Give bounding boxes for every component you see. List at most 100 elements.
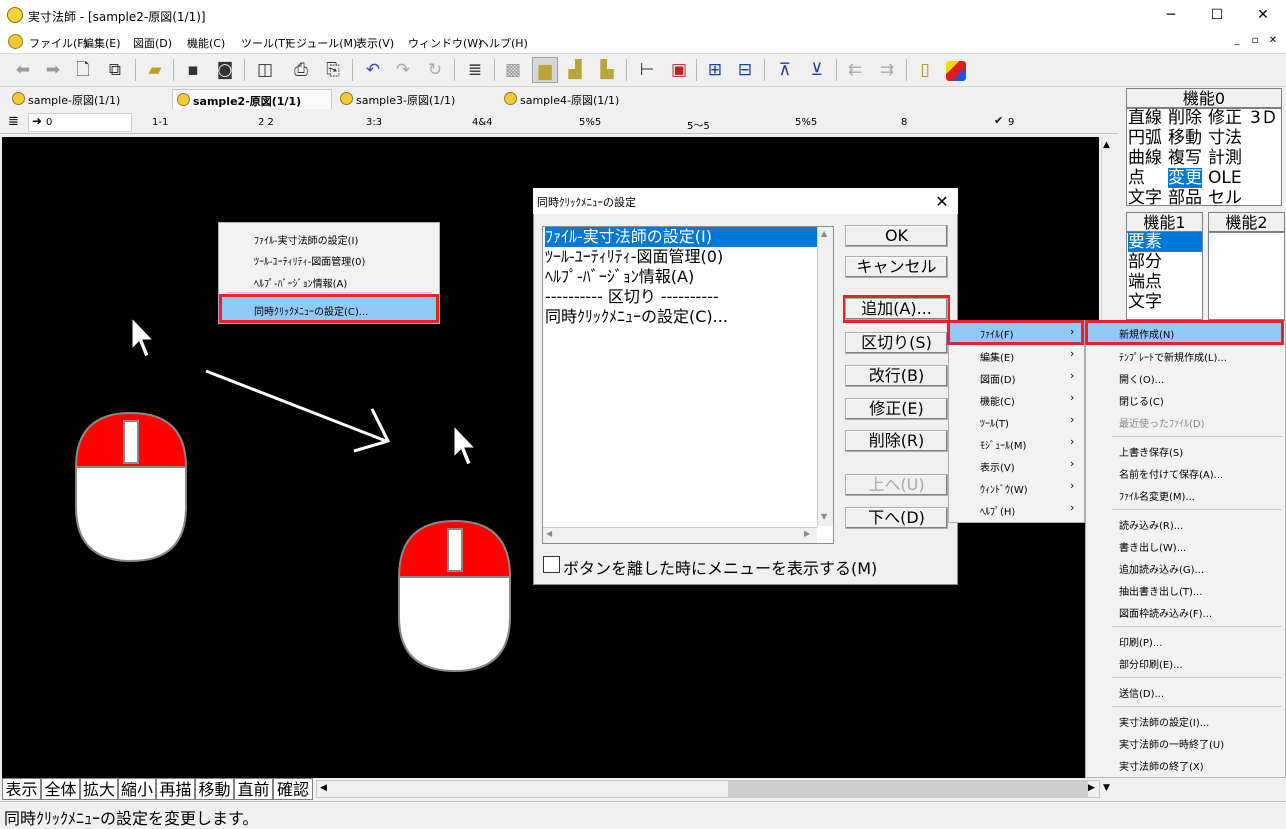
save-all-icon[interactable]: ◙ xyxy=(212,57,238,83)
exit-door-icon[interactable]: ▯ xyxy=(912,57,938,83)
cmd-pan-button[interactable]: 移動 xyxy=(195,778,234,800)
dialog-list-item[interactable]: ﾍﾙﾌﾟ-ﾊﾞｰｼﾞｮﾝ情報(A) xyxy=(545,267,694,287)
print-icon[interactable]: ⎙ xyxy=(288,57,314,83)
file-rename-item[interactable]: ﾌｧｲﾙ名変更(M)... xyxy=(1119,488,1195,503)
file-frame-import-item[interactable]: 図面枠読み込み(F)... xyxy=(1119,605,1212,620)
separator-button[interactable]: 区切り(S) xyxy=(845,332,948,354)
align-icon[interactable]: ⊢ xyxy=(634,57,660,83)
menu-file[interactable]: ファイル(F) xyxy=(29,35,88,51)
cmd-fit-all-button[interactable]: 全体 xyxy=(41,778,80,800)
function0-delete[interactable]: 削除 xyxy=(1168,108,1202,128)
submenu-drawing[interactable]: 図面(D) xyxy=(980,371,1016,386)
scroll-down-icon[interactable]: ▼ xyxy=(1103,783,1110,793)
left-arrows-icon[interactable]: ⇇ xyxy=(842,57,868,83)
cmd-display-button[interactable]: 表示 xyxy=(2,778,41,800)
layer-5[interactable]: 5%5 xyxy=(579,117,601,128)
submenu-module[interactable]: ﾓｼﾞｭｰﾙ(M) xyxy=(980,437,1026,452)
scroll-down-icon[interactable]: ▼ xyxy=(821,512,827,521)
function1-item-text[interactable]: 文字 xyxy=(1128,292,1162,312)
layer-4[interactable]: 4&4 xyxy=(472,117,493,128)
doc-icon[interactable] xyxy=(8,34,23,49)
submenu-help[interactable]: ﾍﾙﾌﾟ(H) xyxy=(980,503,1015,518)
top-view-icon[interactable]: ⊼ xyxy=(772,57,798,83)
select-rect-icon[interactable]: ▆ xyxy=(532,57,558,83)
function0-point[interactable]: 点 xyxy=(1128,168,1145,188)
move-down-button[interactable]: 下へ(D) xyxy=(845,507,948,529)
tab-sample3[interactable]: sample3-原図(1/1) xyxy=(336,89,496,109)
function0-measure[interactable]: 計測 xyxy=(1208,148,1242,168)
forward-arrow-icon[interactable]: ➡ xyxy=(40,57,66,83)
show-on-release-label[interactable]: ボタンを離した時にメニューを表示する(M) xyxy=(563,555,877,579)
export-icon[interactable]: ◫ xyxy=(252,57,278,83)
tab-sample[interactable]: sample-原図(1/1) xyxy=(8,89,168,109)
ctx-item-simultaneous-click[interactable]: 同時ｸﾘｯｸﾒﾆｭｰの設定(C)... xyxy=(254,303,368,318)
new-file-icon[interactable]: 🗋 xyxy=(70,57,96,83)
scroll-left-icon[interactable]: ◀ xyxy=(320,783,327,793)
submenu-new-highlight[interactable] xyxy=(1085,320,1284,345)
print-preview-icon[interactable]: ⎘ xyxy=(320,57,346,83)
file-recent-item[interactable]: 最近使ったﾌｧｲﾙ(D) xyxy=(1119,415,1205,430)
cancel-button[interactable]: キャンセル xyxy=(845,256,948,278)
menu-view[interactable]: 表示(V) xyxy=(356,35,394,51)
menu-function[interactable]: 機能(C) xyxy=(187,35,225,51)
undo-icon[interactable]: ↶ xyxy=(360,57,386,83)
mdi-restore-button[interactable]: ▫ xyxy=(1248,34,1262,48)
show-on-release-checkbox[interactable] xyxy=(543,556,560,573)
add-button[interactable]: 追加(A)... xyxy=(845,298,948,320)
function1-item-part[interactable]: 部分 xyxy=(1128,252,1162,272)
move-icon[interactable]: ▟ xyxy=(562,57,588,83)
save-icon[interactable]: ▪ xyxy=(180,57,206,83)
dialog-list-item[interactable]: 同時ｸﾘｯｸﾒﾆｭｰの設定(C)... xyxy=(545,307,728,327)
repeat-icon[interactable]: ↻ xyxy=(422,57,448,83)
function0-modify[interactable]: 修正 xyxy=(1208,108,1242,128)
file-export-item[interactable]: 書き出し(W)... xyxy=(1119,539,1186,554)
submenu-file[interactable]: ﾌｧｲﾙ(F) xyxy=(980,326,1014,341)
close-button[interactable]: ✕ xyxy=(1240,0,1286,31)
function0-line[interactable]: 直線 xyxy=(1128,108,1162,128)
function0-arc[interactable]: 円弧 xyxy=(1128,128,1162,148)
file-send-item[interactable]: 送信(D)... xyxy=(1119,685,1164,700)
minimize-button[interactable]: ─ xyxy=(1148,0,1194,31)
function1-item-endpoint[interactable]: 端点 xyxy=(1128,272,1162,292)
ctx-item-drawing-manager[interactable]: ﾂｰﾙ-ﾕｰﾃｨﾘﾃｨ-図面管理(0) xyxy=(254,253,365,268)
tab-sample4[interactable]: sample4-原図(1/1) xyxy=(500,89,660,109)
function0-move[interactable]: 移動 xyxy=(1168,128,1202,148)
scroll-left-icon[interactable]: ◀ xyxy=(546,529,552,538)
scroll-up-icon[interactable]: ▲ xyxy=(1103,140,1110,150)
bottom-view-icon[interactable]: ⊻ xyxy=(804,57,830,83)
cmd-previous-button[interactable]: 直前 xyxy=(234,778,273,800)
layer-3[interactable]: 3:3 xyxy=(366,117,382,128)
dialog-list-item[interactable]: ---------- 区切り ---------- xyxy=(545,287,719,307)
cmd-zoom-in-button[interactable]: 拡大 xyxy=(80,778,118,800)
cmd-confirm-button[interactable]: 確認 xyxy=(273,778,313,800)
scroll-right-icon[interactable]: ▶ xyxy=(804,529,810,538)
file-new-item[interactable]: 新規作成(N) xyxy=(1119,326,1174,341)
cube-icon[interactable] xyxy=(946,61,966,81)
function0-dimension[interactable]: 寸法 xyxy=(1208,128,1242,148)
ok-button[interactable]: OK xyxy=(845,225,948,247)
menu-help[interactable]: ヘルプ(H) xyxy=(478,35,528,51)
delete-button[interactable]: 削除(R) xyxy=(845,430,948,452)
scroll-up-icon[interactable]: ▲ xyxy=(821,229,827,238)
function0-copy[interactable]: 複写 xyxy=(1168,148,1202,168)
move-up-button[interactable]: 上へ(U) xyxy=(845,474,948,496)
file-save-as-item[interactable]: 名前を付けて保存(A)... xyxy=(1119,466,1223,481)
function0-text[interactable]: 文字 xyxy=(1128,188,1162,208)
cmd-zoom-out-button[interactable]: 縮小 xyxy=(118,778,156,800)
right-arrows-icon[interactable]: ⇉ xyxy=(874,57,900,83)
scrollbar-thumb[interactable] xyxy=(728,781,1088,797)
function0-3d[interactable]: 3Ｄ xyxy=(1250,108,1278,128)
mdi-close-button[interactable]: ✕ xyxy=(1266,34,1280,48)
submenu-function[interactable]: 機能(C) xyxy=(980,393,1015,408)
link-icon[interactable]: ⊟ xyxy=(732,57,758,83)
file-app-settings-item[interactable]: 実寸法師の設定(I)... xyxy=(1119,714,1209,729)
layer-2[interactable]: 2 2 xyxy=(258,117,274,128)
function0-curve[interactable]: 曲線 xyxy=(1128,148,1162,168)
maximize-button[interactable]: ☐ xyxy=(1194,0,1240,31)
file-extract-export-item[interactable]: 抽出書き出し(T)... xyxy=(1119,583,1202,598)
file-import-item[interactable]: 読み込み(R)... xyxy=(1119,517,1183,532)
newline-button[interactable]: 改行(B) xyxy=(845,365,948,387)
layer-current-box[interactable] xyxy=(28,113,132,132)
cmd-redraw-button[interactable]: 再描 xyxy=(156,778,195,800)
redo-icon[interactable]: ↷ xyxy=(390,57,416,83)
